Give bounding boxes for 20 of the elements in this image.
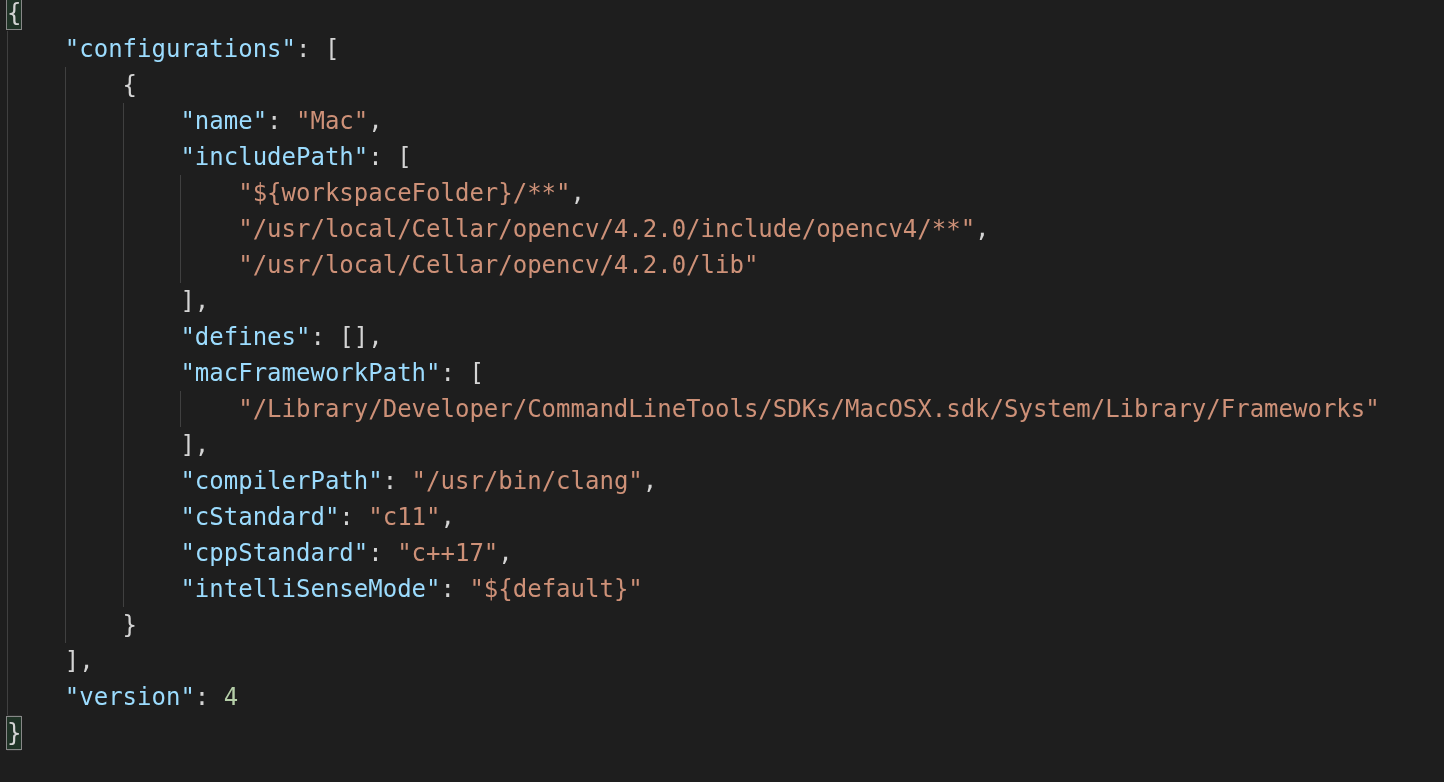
code-line: "defines": [], bbox=[7, 319, 383, 355]
code-line: ], bbox=[7, 283, 210, 319]
code-line: } bbox=[7, 715, 22, 751]
code-line: } bbox=[7, 607, 138, 643]
code-line: ], bbox=[7, 643, 94, 679]
code-line: { bbox=[7, 67, 138, 103]
code-line: "includePath": [ bbox=[7, 139, 412, 175]
code-line: "cStandard": "c11", bbox=[7, 499, 455, 535]
code-line: "compilerPath": "/usr/bin/clang", bbox=[7, 463, 658, 499]
code-line: "/usr/local/Cellar/opencv/4.2.0/include/opencv4/**", bbox=[7, 211, 990, 247]
code-line: "version": 4 bbox=[7, 679, 239, 715]
code-line: "intelliSenseMode": "${default}" bbox=[7, 571, 643, 607]
code-line: "macFrameworkPath": [ bbox=[7, 355, 484, 391]
code-line: "/Library/Developer/CommandLineTools/SDKs/MacOSX.sdk/System/Library/Frameworks" bbox=[7, 391, 1380, 427]
code-line: "configurations": [ bbox=[7, 31, 340, 67]
code-line: "name": "Mac", bbox=[7, 103, 383, 139]
code-line: "${workspaceFolder}/**", bbox=[7, 175, 585, 211]
code-line: ], bbox=[7, 427, 210, 463]
code-line: "/usr/local/Cellar/opencv/4.2.0/lib" bbox=[7, 247, 759, 283]
code-line: "cppStandard": "c++17", bbox=[7, 535, 513, 571]
